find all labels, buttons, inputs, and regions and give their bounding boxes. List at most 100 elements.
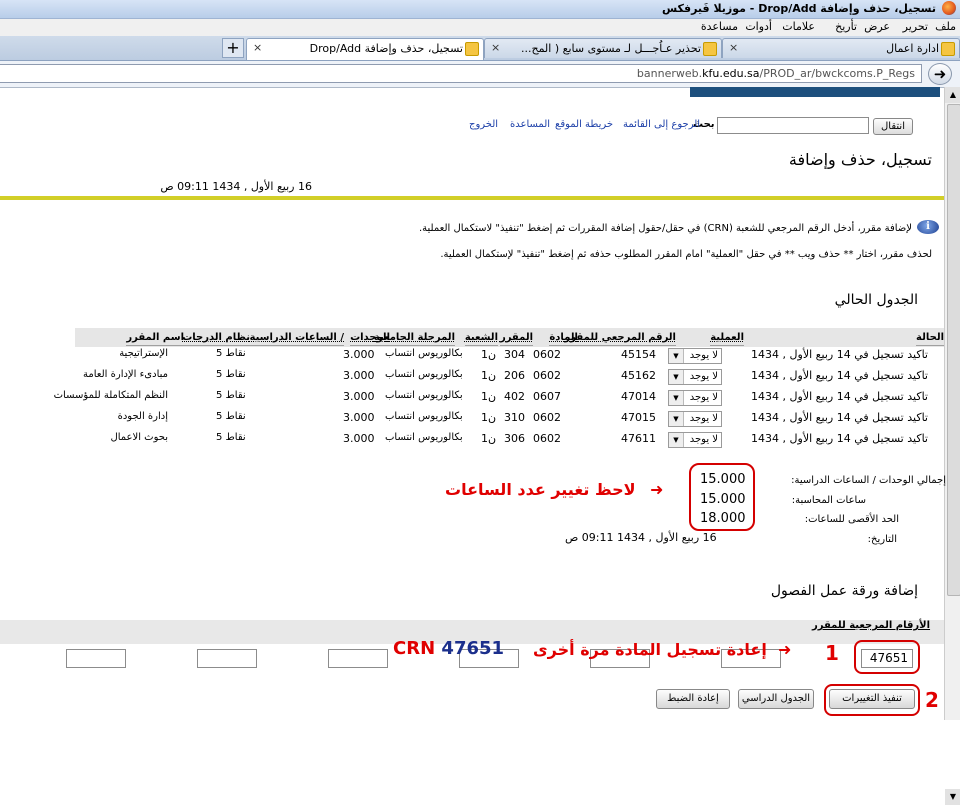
action-select[interactable]: لا يوجد ▼	[668, 432, 722, 448]
crn-input-slot[interactable]	[197, 649, 257, 668]
page-datetime: 16 ربيع الأول , 1434 09:11 ص	[160, 180, 312, 193]
row-course: 206	[504, 369, 525, 382]
tab-warning[interactable]: تحذير عـاُجـــل لـ مستوى سابع ( المح... …	[484, 38, 722, 58]
action-select[interactable]: لا يوجد ▼	[668, 348, 722, 364]
row-status: تاكيد تسجيل في 14 ربيع الأول , 1434	[751, 348, 928, 361]
row-level: بكالوريوس انتساب	[385, 348, 463, 359]
row-course: 306	[504, 432, 525, 445]
scroll-up-icon[interactable]: ▲	[945, 87, 960, 103]
chevron-down-icon: ▼	[669, 349, 684, 363]
col-hours: / الساعات الدراسية	[249, 331, 344, 346]
row-crn: 45162	[621, 369, 656, 382]
row-crn: 47611	[621, 432, 656, 445]
url-bar[interactable]: bannerweb.kfu.edu.sa/PROD_ar/bwckcoms.P_…	[0, 64, 922, 83]
help-link[interactable]: المساعدة	[510, 119, 550, 130]
navigation-bar: bannerweb.kfu.edu.sa/PROD_ar/bwckcoms.P_…	[0, 61, 960, 88]
tab-bar: ادارة اعمال × تحذير عـاُجـــل لـ مستوى س…	[0, 36, 960, 61]
row-crn: 45154	[621, 348, 656, 361]
col-crn: الرقم المرجعي للمقرر	[564, 331, 676, 346]
step-one-text: إعادة تسجيل المادة مرة أخرى	[533, 640, 767, 659]
menu-view[interactable]: عرض	[864, 20, 890, 33]
drop-instruction: لحذف مقرر، اختار ** حذف ويب ** في حقل "ا…	[440, 249, 932, 260]
scroll-thumb[interactable]	[947, 104, 960, 596]
vertical-scrollbar[interactable]: ▲ ▼	[944, 87, 960, 805]
row-grade-mode: نقاط 5	[216, 390, 246, 401]
row-grade-mode: نقاط 5	[216, 348, 246, 359]
tab-business-admin[interactable]: ادارة اعمال ×	[722, 38, 960, 58]
max-hours-label: الحد الأقصى للساعات:	[804, 514, 899, 525]
billing-hours-label: ساعات المحاسبة:	[791, 495, 866, 506]
menu-edit[interactable]: تحرير	[903, 20, 928, 33]
arrow-right-icon: ➜	[778, 640, 792, 659]
schedule-table-body: تاكيد تسجيل في 14 ربيع الأول , 1434 لا ي…	[0, 348, 944, 453]
site-map-link[interactable]: خريطة الموقع	[555, 119, 613, 130]
go-button[interactable]: انتقال	[873, 118, 913, 135]
reset-button[interactable]: إعادة الضبط	[656, 689, 730, 709]
search-input[interactable]	[717, 117, 869, 134]
logout-link[interactable]: الخروج	[469, 119, 498, 130]
row-course: 310	[504, 411, 525, 424]
go-arrow-icon[interactable]: ➜	[928, 63, 952, 85]
crn-input-slot[interactable]	[328, 649, 388, 668]
row-credits: 3.000	[343, 432, 375, 445]
row-section: ن1	[481, 432, 497, 445]
tab-close-icon[interactable]: ×	[729, 41, 738, 54]
scroll-down-icon[interactable]: ▼	[945, 789, 960, 805]
col-grade-mode: نظام الدرجات	[182, 331, 250, 346]
row-course-title: النظم المتكاملة للمؤسسات	[53, 390, 168, 401]
info-icon: i	[917, 220, 939, 234]
row-credits: 3.000	[343, 411, 375, 424]
row-subject: 0602	[533, 411, 561, 424]
menu-tools[interactable]: أدوات	[745, 20, 772, 33]
chevron-down-icon: ▼	[669, 412, 684, 426]
action-select[interactable]: لا يوجد ▼	[668, 390, 722, 406]
row-level: بكالوريوس انتساب	[385, 432, 463, 443]
class-schedule-button[interactable]: الجدول الدراسي	[738, 689, 814, 709]
tab-drop-add[interactable]: تسجيل، حذف وإضافة Drop/Add ×	[246, 38, 484, 60]
menu-file[interactable]: ملف	[935, 20, 956, 33]
tab-close-icon[interactable]: ×	[253, 41, 262, 54]
crn-input-slot[interactable]	[66, 649, 126, 668]
row-section: ن1	[481, 390, 497, 403]
arrow-right-icon: ➜	[650, 480, 664, 499]
tab-label: تحذير عـاُجـــل لـ مستوى سابع ( المح...	[520, 42, 701, 55]
add-worksheet-heading: إضافة ورقة عمل الفصول	[770, 583, 918, 599]
row-status: تاكيد تسجيل في 14 ربيع الأول , 1434	[751, 390, 928, 403]
action-select[interactable]: لا يوجد ▼	[668, 411, 722, 427]
row-status: تاكيد تسجيل في 14 ربيع الأول , 1434	[751, 369, 928, 382]
row-subject: 0602	[533, 348, 561, 361]
row-course: 402	[504, 390, 525, 403]
row-course-title: إدارة الجودة	[117, 411, 168, 422]
row-credits: 3.000	[343, 390, 375, 403]
date-value: 16 ربيع الأول , 1434 09:11 ص	[565, 531, 717, 544]
firefox-logo-icon	[942, 1, 956, 15]
row-course: 304	[504, 348, 525, 361]
row-section: ن1	[481, 348, 497, 361]
col-subject: المادة	[549, 331, 578, 346]
row-credits: 3.000	[343, 369, 375, 382]
row-credits: 3.000	[343, 348, 375, 361]
row-section: ن1	[481, 411, 497, 424]
tab-favicon-icon	[941, 42, 955, 56]
back-to-menu-link[interactable]: الرجوع إلى القائمة	[623, 119, 700, 130]
row-grade-mode: نقاط 5	[216, 369, 246, 380]
new-tab-button[interactable]: +	[222, 38, 244, 58]
menu-history[interactable]: تأريخ	[835, 20, 857, 33]
tab-close-icon[interactable]: ×	[491, 41, 500, 54]
note-hours-changed: لاحظ تغيير عدد الساعات	[445, 480, 636, 499]
row-course-title: الإستراتيجية	[119, 348, 168, 359]
site-nav-strip	[690, 87, 940, 97]
col-action: العملية	[710, 331, 744, 346]
tab-favicon-icon	[703, 42, 717, 56]
row-section: ن1	[481, 369, 497, 382]
row-course-title: بحوث الاعمال	[110, 432, 168, 443]
menu-bar: ملف تحرير عرض تأريخ علامات أدوات مساعدة	[0, 19, 960, 37]
tab-favicon-icon	[465, 42, 479, 56]
col-credits: الوحدات	[350, 331, 390, 346]
col-status: الحالة	[916, 331, 944, 346]
action-select[interactable]: لا يوجد ▼	[668, 369, 722, 385]
menu-bookmarks[interactable]: علامات	[782, 20, 815, 33]
menu-help[interactable]: مساعدة	[701, 20, 738, 33]
row-level: بكالوريوس انتساب	[385, 369, 463, 380]
submit-changes-button[interactable]: تنفيذ التغييرات	[829, 689, 915, 709]
